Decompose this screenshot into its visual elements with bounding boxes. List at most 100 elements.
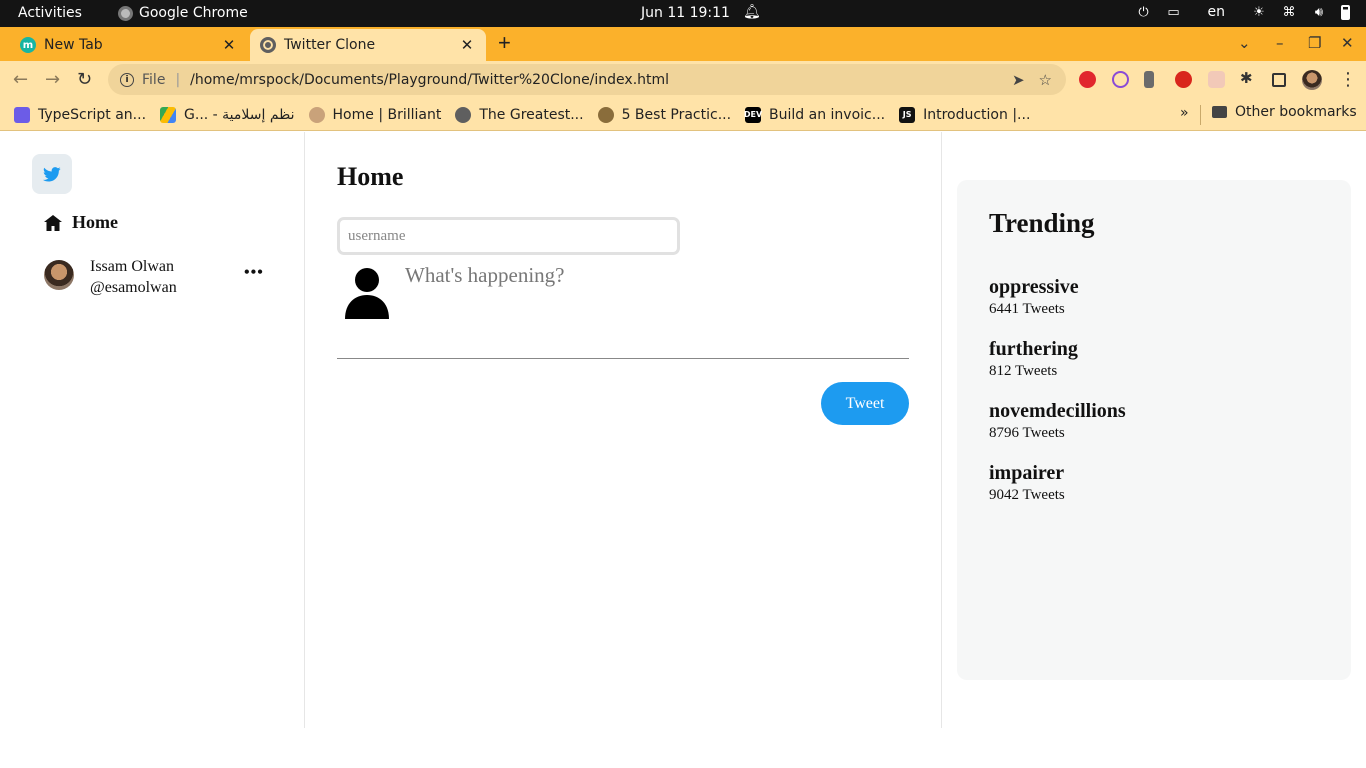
google-drive-icon [160,106,177,123]
activities-button[interactable]: Activities [18,5,82,21]
bookmark-label: Home | Brilliant [332,106,442,123]
main-feed: Home Tweet [305,132,942,728]
tab-title: Twitter Clone [284,37,376,53]
volume-icon: 🔊︎ [1314,4,1324,20]
trend-name: novemdecillions [989,400,1126,422]
forward-arrow-icon[interactable]: → [45,69,60,90]
language-indicator[interactable]: en [1208,4,1226,20]
adblock-icon[interactable] [1079,71,1096,88]
dev-icon: DEV [744,106,762,123]
bookmark-label: G... - نظم إسلامية [184,106,295,123]
trend-name: furthering [989,338,1078,360]
typescript-icon [14,106,30,123]
browser-toolbar: ← → ↻ i File | /home/mrspock/Documents/P… [0,61,1366,99]
extension-icon[interactable] [1208,71,1225,88]
tab-new-tab[interactable]: m New Tab ✕ [10,29,248,61]
trend-item[interactable]: impairer 9042 Tweets [989,462,1065,504]
bookmarks-divider [1200,105,1201,125]
bookmark-label: 5 Best Practic... [621,106,732,123]
trend-count: 9042 Tweets [989,487,1065,503]
home-icon [44,214,62,231]
dog-icon [597,106,614,123]
eyedropper-icon[interactable] [1144,71,1154,88]
bookmark-label: Build an invoic... [769,106,886,123]
trend-item[interactable]: oppressive 6441 Tweets [989,276,1079,318]
trend-item[interactable]: furthering 812 Tweets [989,338,1078,380]
trend-count: 6441 Tweets [989,301,1065,317]
bookmark-item[interactable]: DEV Build an invoic... [744,106,886,123]
system-tray[interactable]: ⏻ ▭ en ☀ ⌘ 🔊︎ [1136,4,1350,20]
trend-name: oppressive [989,276,1079,298]
compose-divider [337,358,909,359]
reload-icon[interactable]: ↻ [77,69,92,90]
web-page: Home Issam Olwan @esamolwan ••• Home Twe… [0,132,1366,768]
trending-panel: Trending oppressive 6441 Tweets furtheri… [957,180,1351,680]
close-tab-icon[interactable]: ✕ [456,36,478,54]
left-sidebar: Home Issam Olwan @esamolwan ••• [0,132,305,728]
back-arrow-icon[interactable]: ← [13,69,28,90]
clock[interactable]: Jun 11 19:11 [641,5,730,21]
bookmark-star-icon[interactable]: ☆ [1039,71,1052,89]
power-icon: ⏻ [1138,4,1149,20]
twitter-logo-button[interactable] [32,154,72,194]
kebab-menu-icon[interactable]: ⋮ [1339,69,1357,90]
block-icon[interactable] [1112,71,1129,88]
username-input[interactable] [337,217,680,255]
bookmark-item[interactable]: JS Introduction |... [899,106,1031,123]
youtube-ext-icon[interactable] [1175,71,1192,88]
minimize-icon[interactable]: – [1276,34,1284,52]
tweet-button[interactable]: Tweet [821,382,909,425]
send-icon[interactable]: ➤ [1012,71,1025,89]
app-name: Google Chrome [139,5,248,21]
bookmark-item[interactable]: G... - نظم إسلامية [160,106,295,123]
tab-title: New Tab [44,37,103,53]
drive-icon: ▭ [1167,4,1180,20]
more-options-icon[interactable]: ••• [244,264,264,282]
url-scheme: File [142,71,166,88]
close-window-icon[interactable]: ✕ [1341,34,1354,52]
trend-item[interactable]: novemdecillions 8796 Tweets [989,400,1126,442]
user-silhouette-icon [345,268,389,319]
bookmark-label: TypeScript an... [38,106,147,123]
tab-twitter-clone[interactable]: Twitter Clone ✕ [250,29,486,61]
bookmark-item[interactable]: TypeScript an... [14,106,147,123]
bookmark-label: Introduction |... [923,106,1031,123]
bookmark-item[interactable]: 5 Best Practic... [597,106,732,123]
avatar [44,260,74,290]
profile-avatar-icon[interactable] [1302,70,1322,90]
trending-title: Trending [989,208,1095,238]
close-tab-icon[interactable]: ✕ [218,36,240,54]
other-bookmarks[interactable]: Other bookmarks [1212,104,1357,120]
nav-home-label: Home [72,212,118,232]
url-text[interactable]: /home/mrspock/Documents/Playground/Twitt… [190,72,1012,88]
user-profile-card[interactable]: Issam Olwan @esamolwan ••• [44,256,264,300]
trend-count: 812 Tweets [989,363,1058,379]
site-info-icon[interactable]: i [120,72,134,87]
side-panel-icon[interactable] [1272,73,1286,87]
puzzle-icon[interactable]: ✱ [1240,69,1257,87]
bookmark-item[interactable]: Home | Brilliant [308,106,442,123]
tab-search-chevron-icon[interactable]: ⌄ [1238,34,1251,52]
chrome-icon [118,5,133,21]
network-icon: ⌘ [1282,4,1296,20]
new-tab-plus-icon[interactable]: + [498,30,511,56]
m-icon: m [20,37,36,53]
restore-icon[interactable]: ❐ [1308,34,1321,52]
user-name: Issam Olwan [90,258,174,275]
trend-name: impairer [989,462,1065,484]
app-menu[interactable]: Google Chrome [118,5,248,21]
bookmark-label: The Greatest... [479,106,584,123]
page-title: Home [337,162,404,191]
globe-icon [455,106,472,123]
system-top-bar: Activities Google Chrome Jun 11 19:11 🔔︎… [0,0,1366,27]
twitter-bird-icon [43,166,61,181]
address-bar[interactable]: i File | /home/mrspock/Documents/Playgro… [108,64,1066,95]
bookmark-item[interactable]: The Greatest... [455,106,584,123]
globe-icon [260,37,276,53]
user-handle: @esamolwan [90,279,177,296]
more-bookmarks-chevron[interactable]: » [1180,105,1189,121]
tweet-compose-textarea[interactable] [405,263,905,343]
brilliant-icon [308,106,325,123]
tab-strip: m New Tab ✕ Twitter Clone ✕ [0,27,1366,61]
nav-home[interactable]: Home [44,212,118,233]
